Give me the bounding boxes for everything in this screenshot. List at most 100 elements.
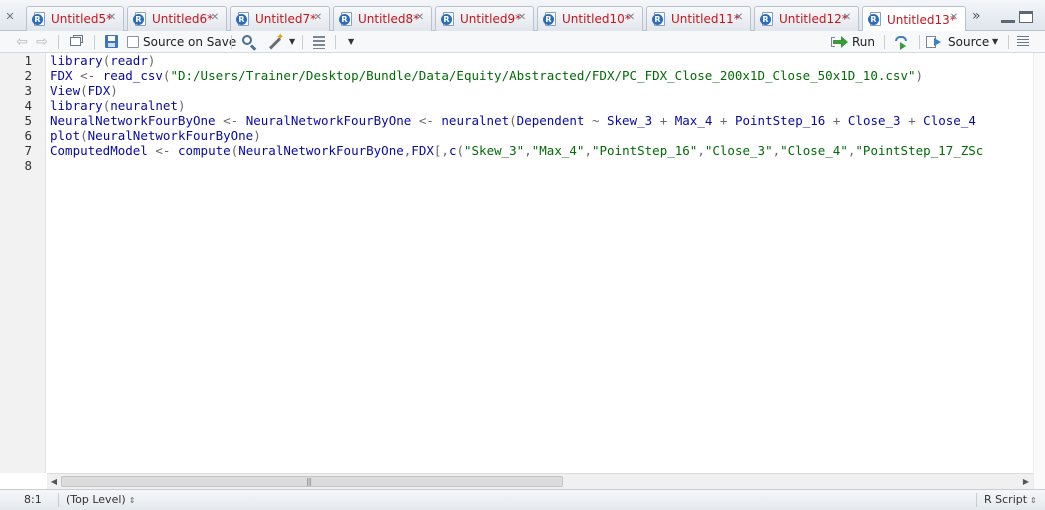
file-type-label: R Script (984, 493, 1028, 506)
tab-untitled13[interactable]: R Untitled13* ✕ (862, 6, 966, 32)
code-line[interactable]: library(neuralnet) (50, 98, 185, 113)
back-arrow-icon[interactable]: ⇦ (14, 34, 30, 50)
horizontal-scrollbar[interactable]: ◀ ||| ▶ (47, 473, 1033, 489)
tab-untitled5[interactable]: R Untitled5* ✕ (26, 6, 124, 31)
tab-untitled9[interactable]: R Untitled9* ✕ (435, 6, 534, 31)
scrollbar-thumb[interactable]: ||| (61, 476, 563, 487)
source-on-save-label: Source on Save (143, 35, 237, 49)
code-line[interactable]: ComputedModel <- compute(NeuralNetworkFo… (50, 143, 983, 158)
run-button[interactable]: Run (831, 34, 876, 50)
chevron-down-icon[interactable]: ▼ (348, 34, 354, 50)
tab-close-icon[interactable]: ✕ (313, 13, 323, 23)
code-line[interactable]: View(FDX) (50, 83, 118, 98)
toolbar-separator (94, 35, 95, 49)
show-in-new-window-icon[interactable] (68, 34, 84, 50)
toolbar-separator (231, 35, 232, 49)
save-icon[interactable] (104, 34, 119, 50)
scroll-right-icon[interactable]: ▶ (1021, 477, 1031, 487)
run-arrow-icon (831, 36, 848, 48)
r-script-icon: R (868, 12, 883, 27)
toolbar-separator (302, 35, 303, 49)
scroll-left-icon[interactable]: ◀ (49, 477, 59, 487)
line-number-gutter: 1 2 3 4 5 6 7 8 (0, 53, 46, 473)
line-number: 5 (24, 113, 32, 128)
tab-label: Untitled13* (887, 12, 956, 27)
source-arrow-icon (926, 35, 944, 49)
tab-overflow-icon[interactable]: » (972, 9, 990, 24)
line-number: 7 (24, 143, 32, 158)
toolbar-separator (58, 35, 59, 49)
tab-close-icon[interactable]: ✕ (210, 13, 220, 23)
scope-label: (Top Level) (66, 493, 126, 506)
tab-untitled8[interactable]: R Untitled8* ✕ (333, 6, 432, 31)
up-down-icon: ⇕ (128, 496, 136, 505)
status-separator (58, 493, 59, 507)
code-line[interactable]: NeuralNetworkFourByOne <- NeuralNetworkF… (50, 113, 976, 128)
menu-lines-icon[interactable] (1017, 35, 1031, 47)
tab-untitled11[interactable]: R Untitled11* ✕ (646, 6, 751, 31)
tab-close-icon[interactable]: ✕ (842, 13, 852, 23)
chevron-down-icon[interactable]: ▼ (992, 35, 998, 49)
status-bar: 8:1 (Top Level) ⇕ R Script ⇕ (0, 489, 1045, 510)
r-script-icon: R (32, 11, 47, 27)
tab-label: Untitled5* (51, 12, 113, 26)
tab-close-icon[interactable]: ✕ (415, 13, 425, 23)
run-button-label: Run (852, 35, 876, 49)
scope-selector[interactable]: (Top Level) ⇕ (66, 493, 135, 506)
toolbar-separator (1008, 35, 1009, 49)
tab-close-icon[interactable]: ✕ (517, 13, 527, 23)
r-script-icon: R (339, 11, 354, 27)
tab-close-icon[interactable]: ✕ (107, 13, 117, 23)
tab-label: Untitled10* (562, 12, 631, 26)
tab-close-icon[interactable]: ✕ (734, 13, 744, 23)
tab-label: Untitled12* (779, 12, 848, 26)
tab-close-icon[interactable]: ✕ (626, 13, 636, 23)
r-script-icon: R (652, 11, 667, 27)
line-number: 2 (24, 68, 32, 83)
r-script-icon: R (543, 11, 558, 27)
line-number: 1 (24, 53, 32, 68)
forward-arrow-icon[interactable]: ⇨ (34, 34, 50, 50)
code-tools-wand-icon[interactable]: ✦ (266, 33, 284, 50)
tab-label: Untitled11* (671, 12, 740, 26)
line-number: 3 (24, 83, 32, 98)
source-button-label: Source (948, 35, 990, 49)
code-line[interactable]: library(readr) (50, 53, 155, 68)
file-type-selector[interactable]: R Script ⇕ (984, 493, 1037, 506)
tab-label: Untitled8* (358, 12, 420, 26)
line-number: 6 (24, 128, 32, 143)
editor-tab-bar: ✕ R Untitled5* ✕ R Untitled6* ✕ R Untitl… (0, 0, 1045, 32)
tab-label: Untitled9* (460, 12, 522, 26)
status-separator (976, 493, 977, 507)
tab-untitled6[interactable]: R Untitled6* ✕ (127, 6, 227, 31)
minimize-pane-icon[interactable] (1001, 14, 1015, 23)
line-number: 4 (24, 98, 32, 113)
up-down-icon: ⇕ (1030, 496, 1037, 505)
code-line[interactable]: plot(NeuralNetworkFourByOne) (50, 128, 261, 143)
line-number: 8 (24, 158, 32, 173)
source-on-save-checkbox[interactable] (127, 36, 139, 48)
tab-untitled12[interactable]: R Untitled12* ✕ (754, 6, 859, 31)
tab-untitled7[interactable]: R Untitled7* ✕ (230, 6, 330, 31)
rerun-icon[interactable] (894, 34, 914, 50)
r-script-icon: R (133, 11, 148, 27)
tab-close-icon[interactable]: ✕ (949, 13, 959, 23)
chevron-down-icon[interactable]: ▼ (289, 34, 295, 50)
r-script-icon: R (760, 11, 775, 27)
close-all-tabs-icon[interactable]: ✕ (4, 11, 16, 23)
grip-icon: ||| (306, 477, 312, 486)
code-line[interactable]: FDX <- read_csv("D:/Users/Trainer/Deskto… (50, 68, 923, 83)
toolbar-separator (884, 35, 885, 49)
toolbar-separator (335, 35, 336, 49)
toolbar-separator (919, 35, 920, 49)
tab-label: Untitled6* (152, 12, 214, 26)
document-outline-icon[interactable] (311, 34, 327, 50)
maximize-pane-icon[interactable] (1019, 11, 1033, 23)
cursor-position: 8:1 (24, 493, 42, 506)
code-editor[interactable]: library(readr) FDX <- read_csv("D:/Users… (47, 53, 1033, 473)
search-icon[interactable] (241, 34, 257, 51)
source-button[interactable]: Source (926, 34, 989, 50)
r-script-icon: R (236, 11, 251, 27)
vertical-scroll-area (1033, 53, 1045, 489)
tab-untitled10[interactable]: R Untitled10* ✕ (537, 6, 643, 31)
